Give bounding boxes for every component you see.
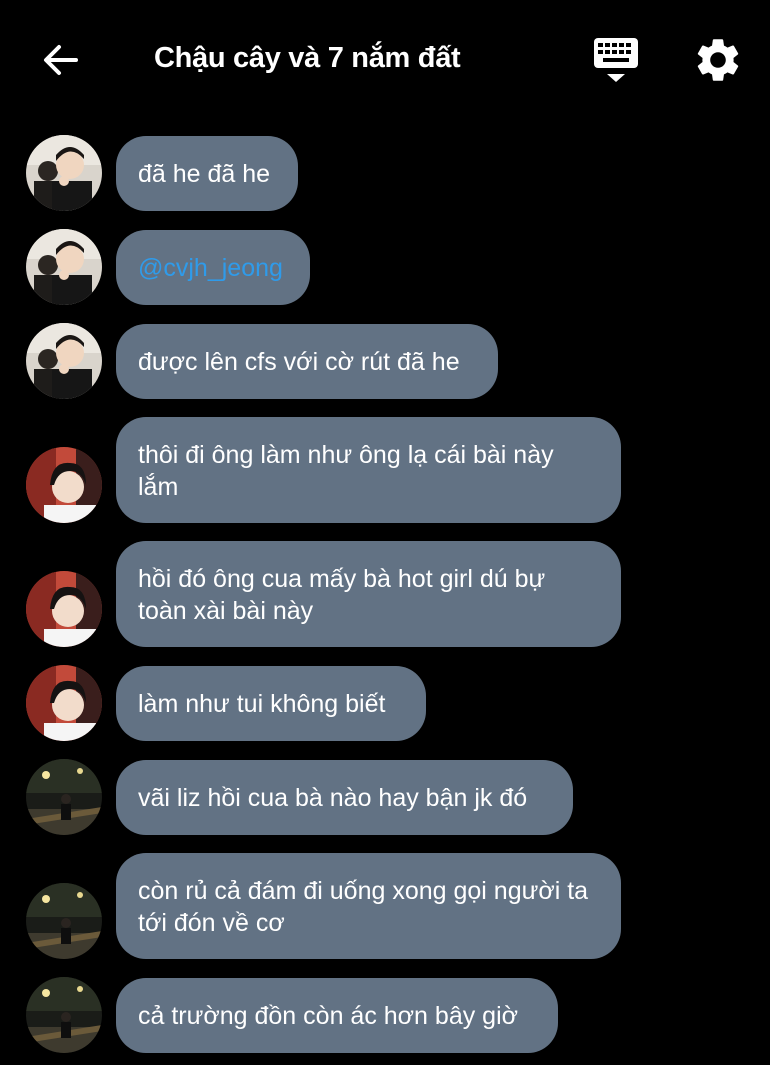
avatar-user-3 [26, 883, 102, 959]
avatar-user-1 [26, 323, 102, 399]
avatar-user-2 [26, 447, 102, 523]
avatar-user-1 [26, 229, 102, 305]
message-text: thôi đi ông làm như ông lạ cái bài này l… [138, 441, 554, 501]
avatar[interactable] [26, 883, 102, 959]
message-text: vãi liz hồi cua bà nào hay bận jk đó [138, 783, 528, 812]
message-bubble: @cvjh_jeong [116, 230, 310, 305]
avatar[interactable] [26, 135, 102, 211]
message-list: đã he đã he @cvjh_jeong được lên cfs với… [0, 0, 770, 1065]
message-text: hồi đó ông cua mấy bà hot girl dú bự toà… [138, 565, 546, 625]
avatar-user-2 [26, 665, 102, 741]
avatar-user-1 [26, 135, 102, 211]
mention-link[interactable]: @cvjh_jeong [138, 252, 283, 284]
avatar-user-3 [26, 759, 102, 835]
message-bubble: hồi đó ông cua mấy bà hot girl dú bự toà… [116, 541, 621, 647]
avatar[interactable] [26, 447, 102, 523]
message-bubble: làm như tui không biết [116, 666, 426, 741]
message-text: đã he đã he [138, 159, 271, 188]
avatar[interactable] [26, 323, 102, 399]
avatar[interactable] [26, 571, 102, 647]
message-text: được lên cfs với cờ rút đã he [138, 347, 460, 376]
message-bubble: còn rủ cả đám đi uống xong gọi người ta … [116, 853, 621, 959]
message-text: còn rủ cả đám đi uống xong gọi người ta … [138, 877, 589, 937]
avatar[interactable] [26, 977, 102, 1053]
avatar-user-2 [26, 571, 102, 647]
avatar[interactable] [26, 229, 102, 305]
message-bubble: được lên cfs với cờ rút đã he [116, 324, 498, 399]
message-bubble: đã he đã he [116, 136, 298, 211]
message-text: làm như tui không biết [138, 689, 386, 718]
avatar[interactable] [26, 665, 102, 741]
message-bubble: cả trường đồn còn ác hơn bây giờ [116, 978, 558, 1053]
message-bubble: vãi liz hồi cua bà nào hay bận jk đó [116, 760, 573, 835]
message-bubble: thôi đi ông làm như ông lạ cái bài này l… [116, 417, 621, 523]
avatar[interactable] [26, 759, 102, 835]
message-text: cả trường đồn còn ác hơn bây giờ [138, 1001, 519, 1030]
avatar-user-3 [26, 977, 102, 1053]
